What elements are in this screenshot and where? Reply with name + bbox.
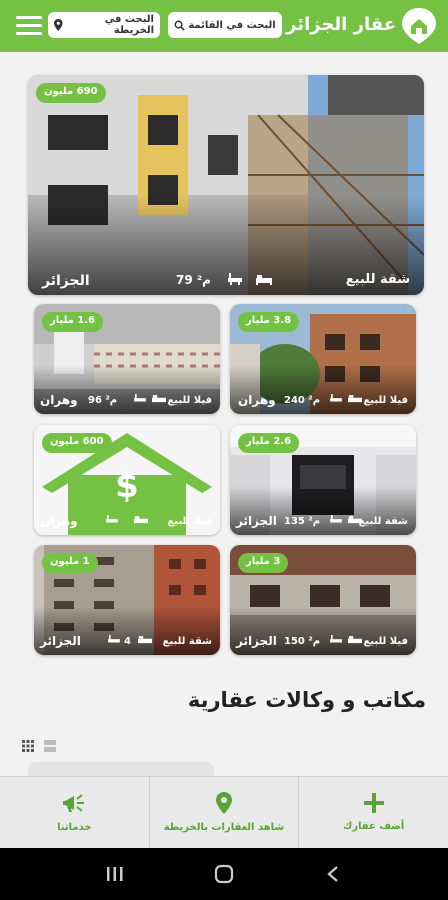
- bath-icon: [108, 635, 120, 643]
- app-root: عقار الجزائر البحث في القائمة البحث في ا…: [0, 0, 448, 900]
- listing-price: 3 مليار: [238, 553, 289, 573]
- bottom-nav: خدماتنا شاهد العقارات بالخريطة أضف عقارك: [0, 776, 448, 848]
- back-button[interactable]: [321, 864, 345, 884]
- menu-icon-line: [16, 24, 42, 27]
- view-toggle: [22, 740, 56, 752]
- listing-type: فيلا للبيع: [167, 516, 212, 527]
- listing-card[interactable]: 3.8 مليار فيلا للبيع 240 م² وهران: [230, 304, 416, 414]
- listing-card-featured[interactable]: 690 مليون شقة للبيع 79 م² الجزائر: [28, 75, 424, 295]
- menu-button[interactable]: [16, 16, 42, 36]
- listing-price: 690 مليون: [36, 83, 106, 103]
- menu-icon: [16, 16, 42, 19]
- bath-icon: [330, 515, 342, 523]
- listing-area: 79 م²: [176, 273, 211, 287]
- back-icon: [327, 866, 339, 882]
- bed-icon: [138, 636, 152, 644]
- system-nav-bar: [0, 848, 448, 900]
- list-view-icon[interactable]: [44, 740, 56, 752]
- listing-type: فيلا للبيع: [363, 636, 408, 647]
- listing-card[interactable]: 1.6 مليار فيلا للبيع 96 م² وهران: [34, 304, 220, 414]
- recent-apps-button[interactable]: [103, 864, 127, 884]
- plus-icon: [363, 793, 384, 813]
- nav-services-label: خدماتنا: [57, 822, 92, 833]
- listing-area: 4: [124, 636, 131, 647]
- listing-type: فيلا للبيع: [167, 395, 212, 406]
- agencies-section-title: مكاتب و وكالات عقارية: [187, 688, 426, 712]
- search-map-label: البحث في الخريطة: [104, 14, 154, 36]
- home-button[interactable]: [212, 864, 236, 884]
- megaphone-icon: [63, 794, 85, 812]
- top-bar: عقار الجزائر البحث في القائمة البحث في ا…: [0, 0, 448, 52]
- listing-area: 96 م²: [88, 395, 118, 406]
- bed-icon: [152, 395, 166, 403]
- bath-icon: [228, 273, 242, 285]
- map-pin-icon: [54, 19, 63, 31]
- listing-card[interactable]: $ 600 مليون فيلا للبيع وهران: [34, 425, 220, 535]
- listing-city: وهران: [238, 393, 276, 407]
- listing-price: 1 مليون: [42, 553, 98, 573]
- app-brand: عقار الجزائر: [286, 14, 396, 35]
- bath-icon: [106, 515, 118, 523]
- bed-icon: [348, 395, 362, 403]
- search-map-button[interactable]: البحث في الخريطة: [48, 12, 160, 38]
- listing-type: شقة للبيع: [345, 272, 410, 287]
- listing-price: 2.6 مليار: [238, 433, 300, 453]
- bed-icon: [256, 275, 272, 285]
- grid-view-icon[interactable]: [22, 740, 34, 752]
- bath-icon: [134, 394, 146, 402]
- logo-icon: [402, 8, 436, 44]
- bath-icon: [330, 394, 342, 402]
- search-list-button[interactable]: البحث في القائمة: [168, 12, 282, 38]
- home-icon: [214, 864, 234, 884]
- listing-area: 240 م²: [284, 395, 321, 406]
- listing-city: الجزائر: [236, 514, 277, 528]
- listing-city: وهران: [40, 393, 78, 407]
- listing-area: 135 م²: [284, 516, 321, 527]
- listing-card[interactable]: 1 مليون شقة للبيع 4 الجزائر: [34, 545, 220, 655]
- listing-type: شقة للبيع: [358, 516, 408, 527]
- svg-text:$: $: [115, 466, 139, 506]
- menu-icon-line: [16, 32, 42, 35]
- nav-add-property[interactable]: أضف عقارك: [298, 777, 448, 848]
- listing-type: فيلا للبيع: [363, 395, 408, 406]
- listing-city: الجزائر: [42, 273, 90, 289]
- listing-card[interactable]: 2.6 مليار شقة للبيع 135 م² الجزائر: [230, 425, 416, 535]
- bed-icon: [348, 516, 362, 524]
- listing-card[interactable]: 3 مليار فيلا للبيع 150 م² الجزائر: [230, 545, 416, 655]
- nav-map[interactable]: شاهد العقارات بالخريطة: [148, 777, 299, 848]
- listing-price: 3.8 مليار: [238, 312, 300, 332]
- listing-city: الجزائر: [236, 634, 277, 648]
- listing-area: 150 م²: [284, 636, 321, 647]
- listing-city: الجزائر: [40, 634, 81, 648]
- nav-services[interactable]: خدماتنا: [0, 777, 149, 848]
- map-pin-icon: [216, 792, 232, 814]
- listing-type: شقة للبيع: [162, 636, 212, 647]
- bath-icon: [330, 635, 342, 643]
- listing-city: وهران: [40, 514, 78, 528]
- listing-price: 600 مليون: [42, 433, 112, 453]
- search-icon: [174, 20, 185, 31]
- nav-map-label: شاهد العقارات بالخريطة: [163, 822, 285, 833]
- nav-add-label: أضف عقارك: [343, 821, 405, 832]
- bed-icon: [134, 516, 148, 524]
- bed-icon: [348, 636, 362, 644]
- search-list-label: البحث في القائمة: [188, 19, 276, 31]
- recent-apps-icon: [106, 867, 123, 881]
- listing-price: 1.6 مليار: [42, 312, 104, 332]
